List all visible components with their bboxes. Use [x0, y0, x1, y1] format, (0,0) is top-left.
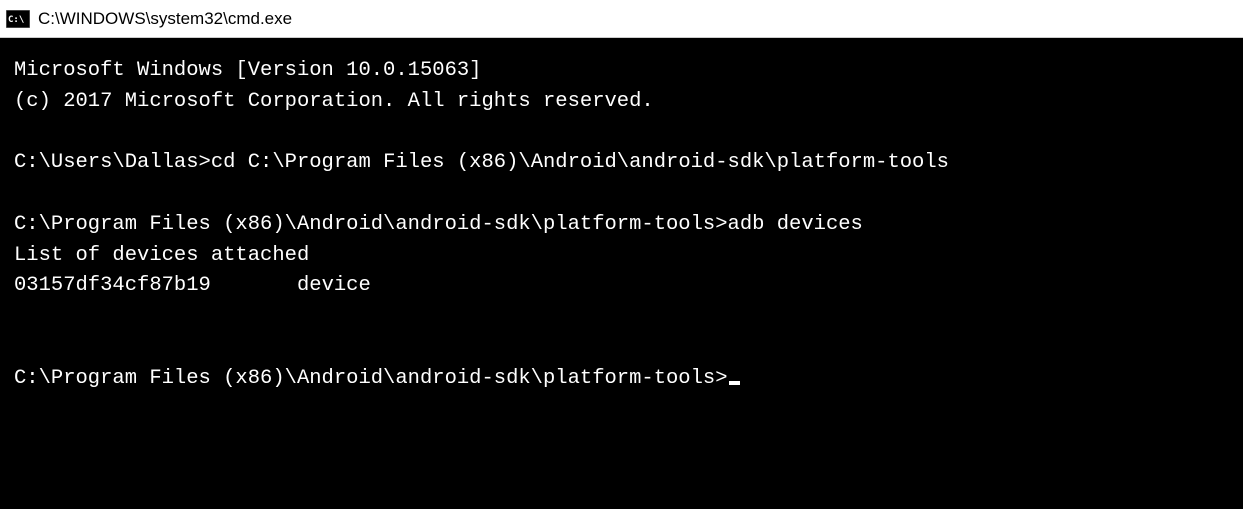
prompt-1: C:\Users\Dallas>: [14, 151, 211, 174]
devices-header: List of devices attached: [14, 244, 309, 267]
titlebar[interactable]: C:\ C:\WINDOWS\system32\cmd.exe: [0, 0, 1243, 38]
device-status: device: [297, 274, 371, 297]
cmd-icon: C:\: [6, 9, 30, 29]
prompt-2: C:\Program Files (x86)\Android\android-s…: [14, 213, 728, 236]
device-id: 03157df34cf87b19: [14, 274, 211, 297]
terminal-output[interactable]: Microsoft Windows [Version 10.0.15063] (…: [0, 38, 1243, 412]
svg-text:C:\: C:\: [8, 15, 24, 25]
window-title: C:\WINDOWS\system32\cmd.exe: [38, 9, 292, 29]
prompt-3: C:\Program Files (x86)\Android\android-s…: [14, 367, 728, 390]
version-line: Microsoft Windows [Version 10.0.15063]: [14, 59, 481, 82]
cursor: [729, 381, 740, 385]
command-1: cd C:\Program Files (x86)\Android\androi…: [211, 151, 949, 174]
command-2: adb devices: [728, 213, 863, 236]
copyright-line: (c) 2017 Microsoft Corporation. All righ…: [14, 90, 654, 113]
